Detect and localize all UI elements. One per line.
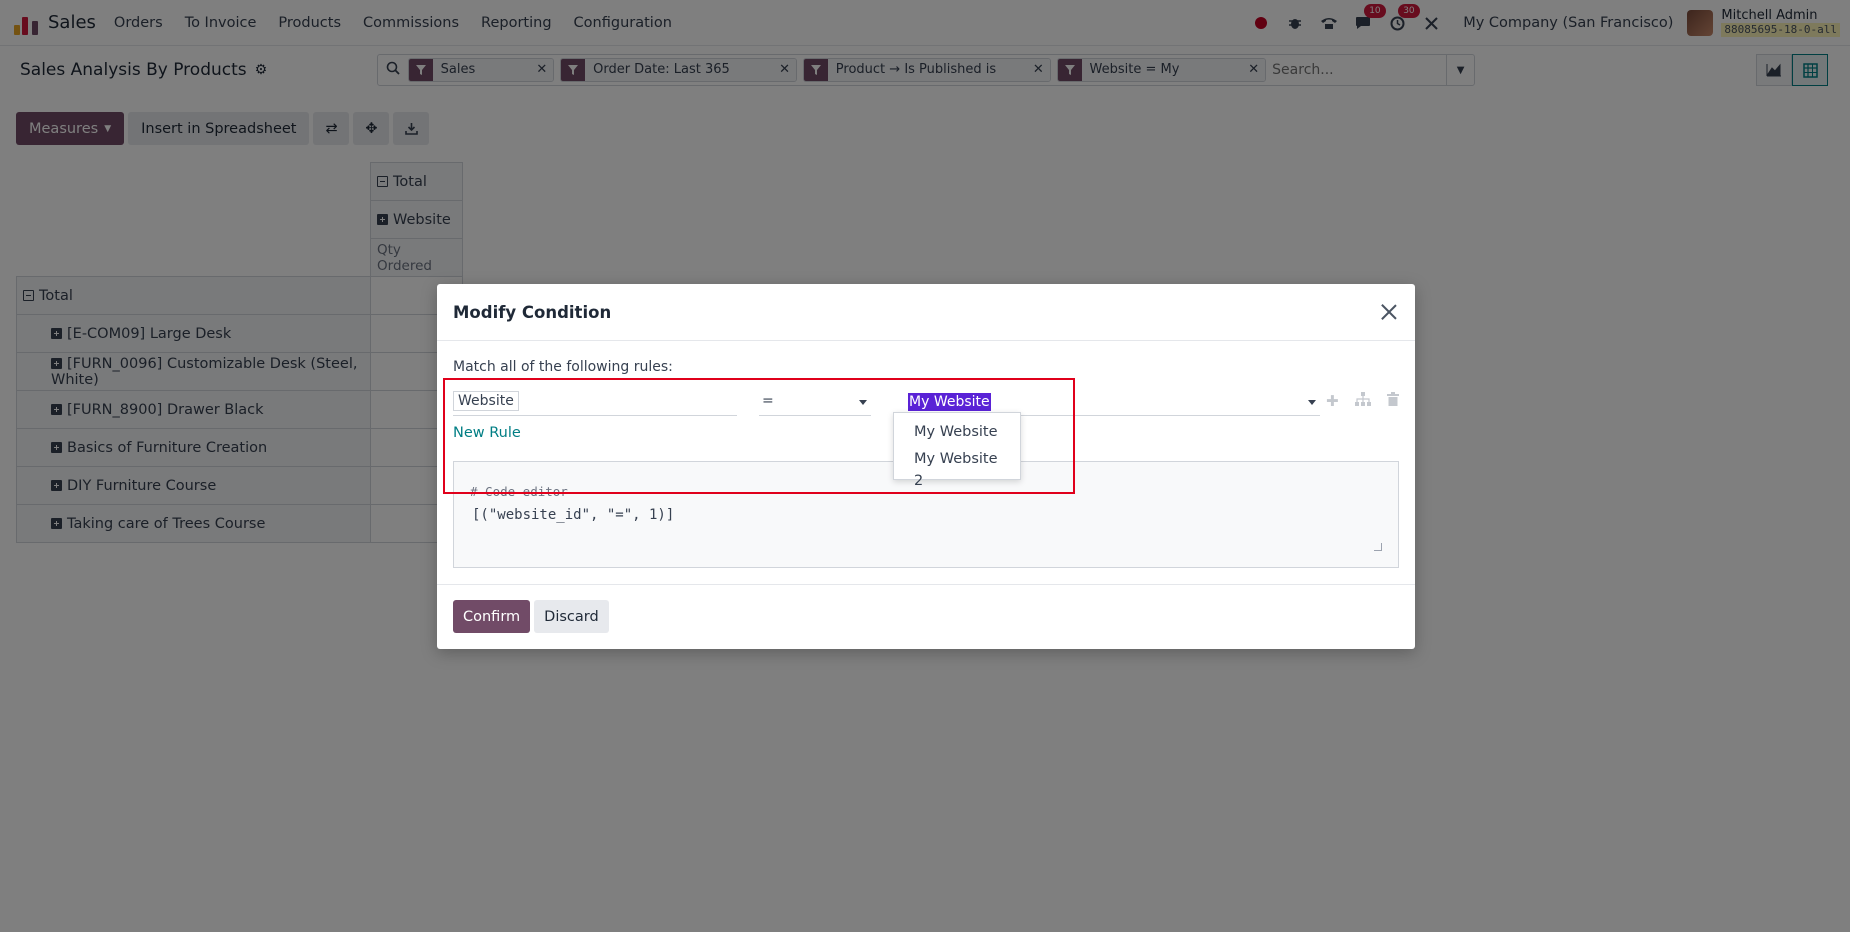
autocomplete-option[interactable]: My Website bbox=[894, 421, 1020, 448]
code-domain: [("website_id", "=", 1)] bbox=[472, 507, 675, 523]
resize-handle-icon[interactable] bbox=[1374, 543, 1382, 551]
match-rules-text: Match all of the following rules: bbox=[453, 359, 673, 375]
close-icon[interactable] bbox=[1377, 300, 1401, 324]
field-chip: Website bbox=[453, 391, 519, 411]
field-selector[interactable]: Website bbox=[453, 388, 737, 416]
dialog-header: Modify Condition bbox=[437, 284, 1415, 341]
rule-actions: ✚ bbox=[1326, 392, 1399, 410]
add-rule-icon[interactable]: ✚ bbox=[1326, 392, 1339, 410]
operator-select[interactable]: = bbox=[759, 388, 871, 416]
value-selected-text: My Website bbox=[908, 393, 991, 411]
chevron-down-icon[interactable] bbox=[1308, 400, 1316, 405]
discard-button[interactable]: Discard bbox=[534, 600, 609, 633]
autocomplete-option[interactable]: My Website 2 bbox=[894, 448, 1020, 489]
chevron-down-icon bbox=[859, 400, 867, 405]
trash-icon[interactable] bbox=[1386, 392, 1399, 410]
dialog-footer: Confirm Discard bbox=[437, 584, 1415, 649]
confirm-button[interactable]: Confirm bbox=[453, 600, 531, 633]
code-comment: # Code editor bbox=[470, 484, 568, 499]
modify-condition-dialog: Modify Condition Match all of the follow… bbox=[437, 284, 1415, 649]
operator-value: = bbox=[762, 393, 774, 409]
add-branch-icon[interactable] bbox=[1354, 392, 1371, 410]
new-rule-link[interactable]: New Rule bbox=[453, 425, 521, 441]
dialog-title: Modify Condition bbox=[453, 302, 612, 322]
autocomplete-dropdown: My Website My Website 2 bbox=[893, 412, 1021, 489]
